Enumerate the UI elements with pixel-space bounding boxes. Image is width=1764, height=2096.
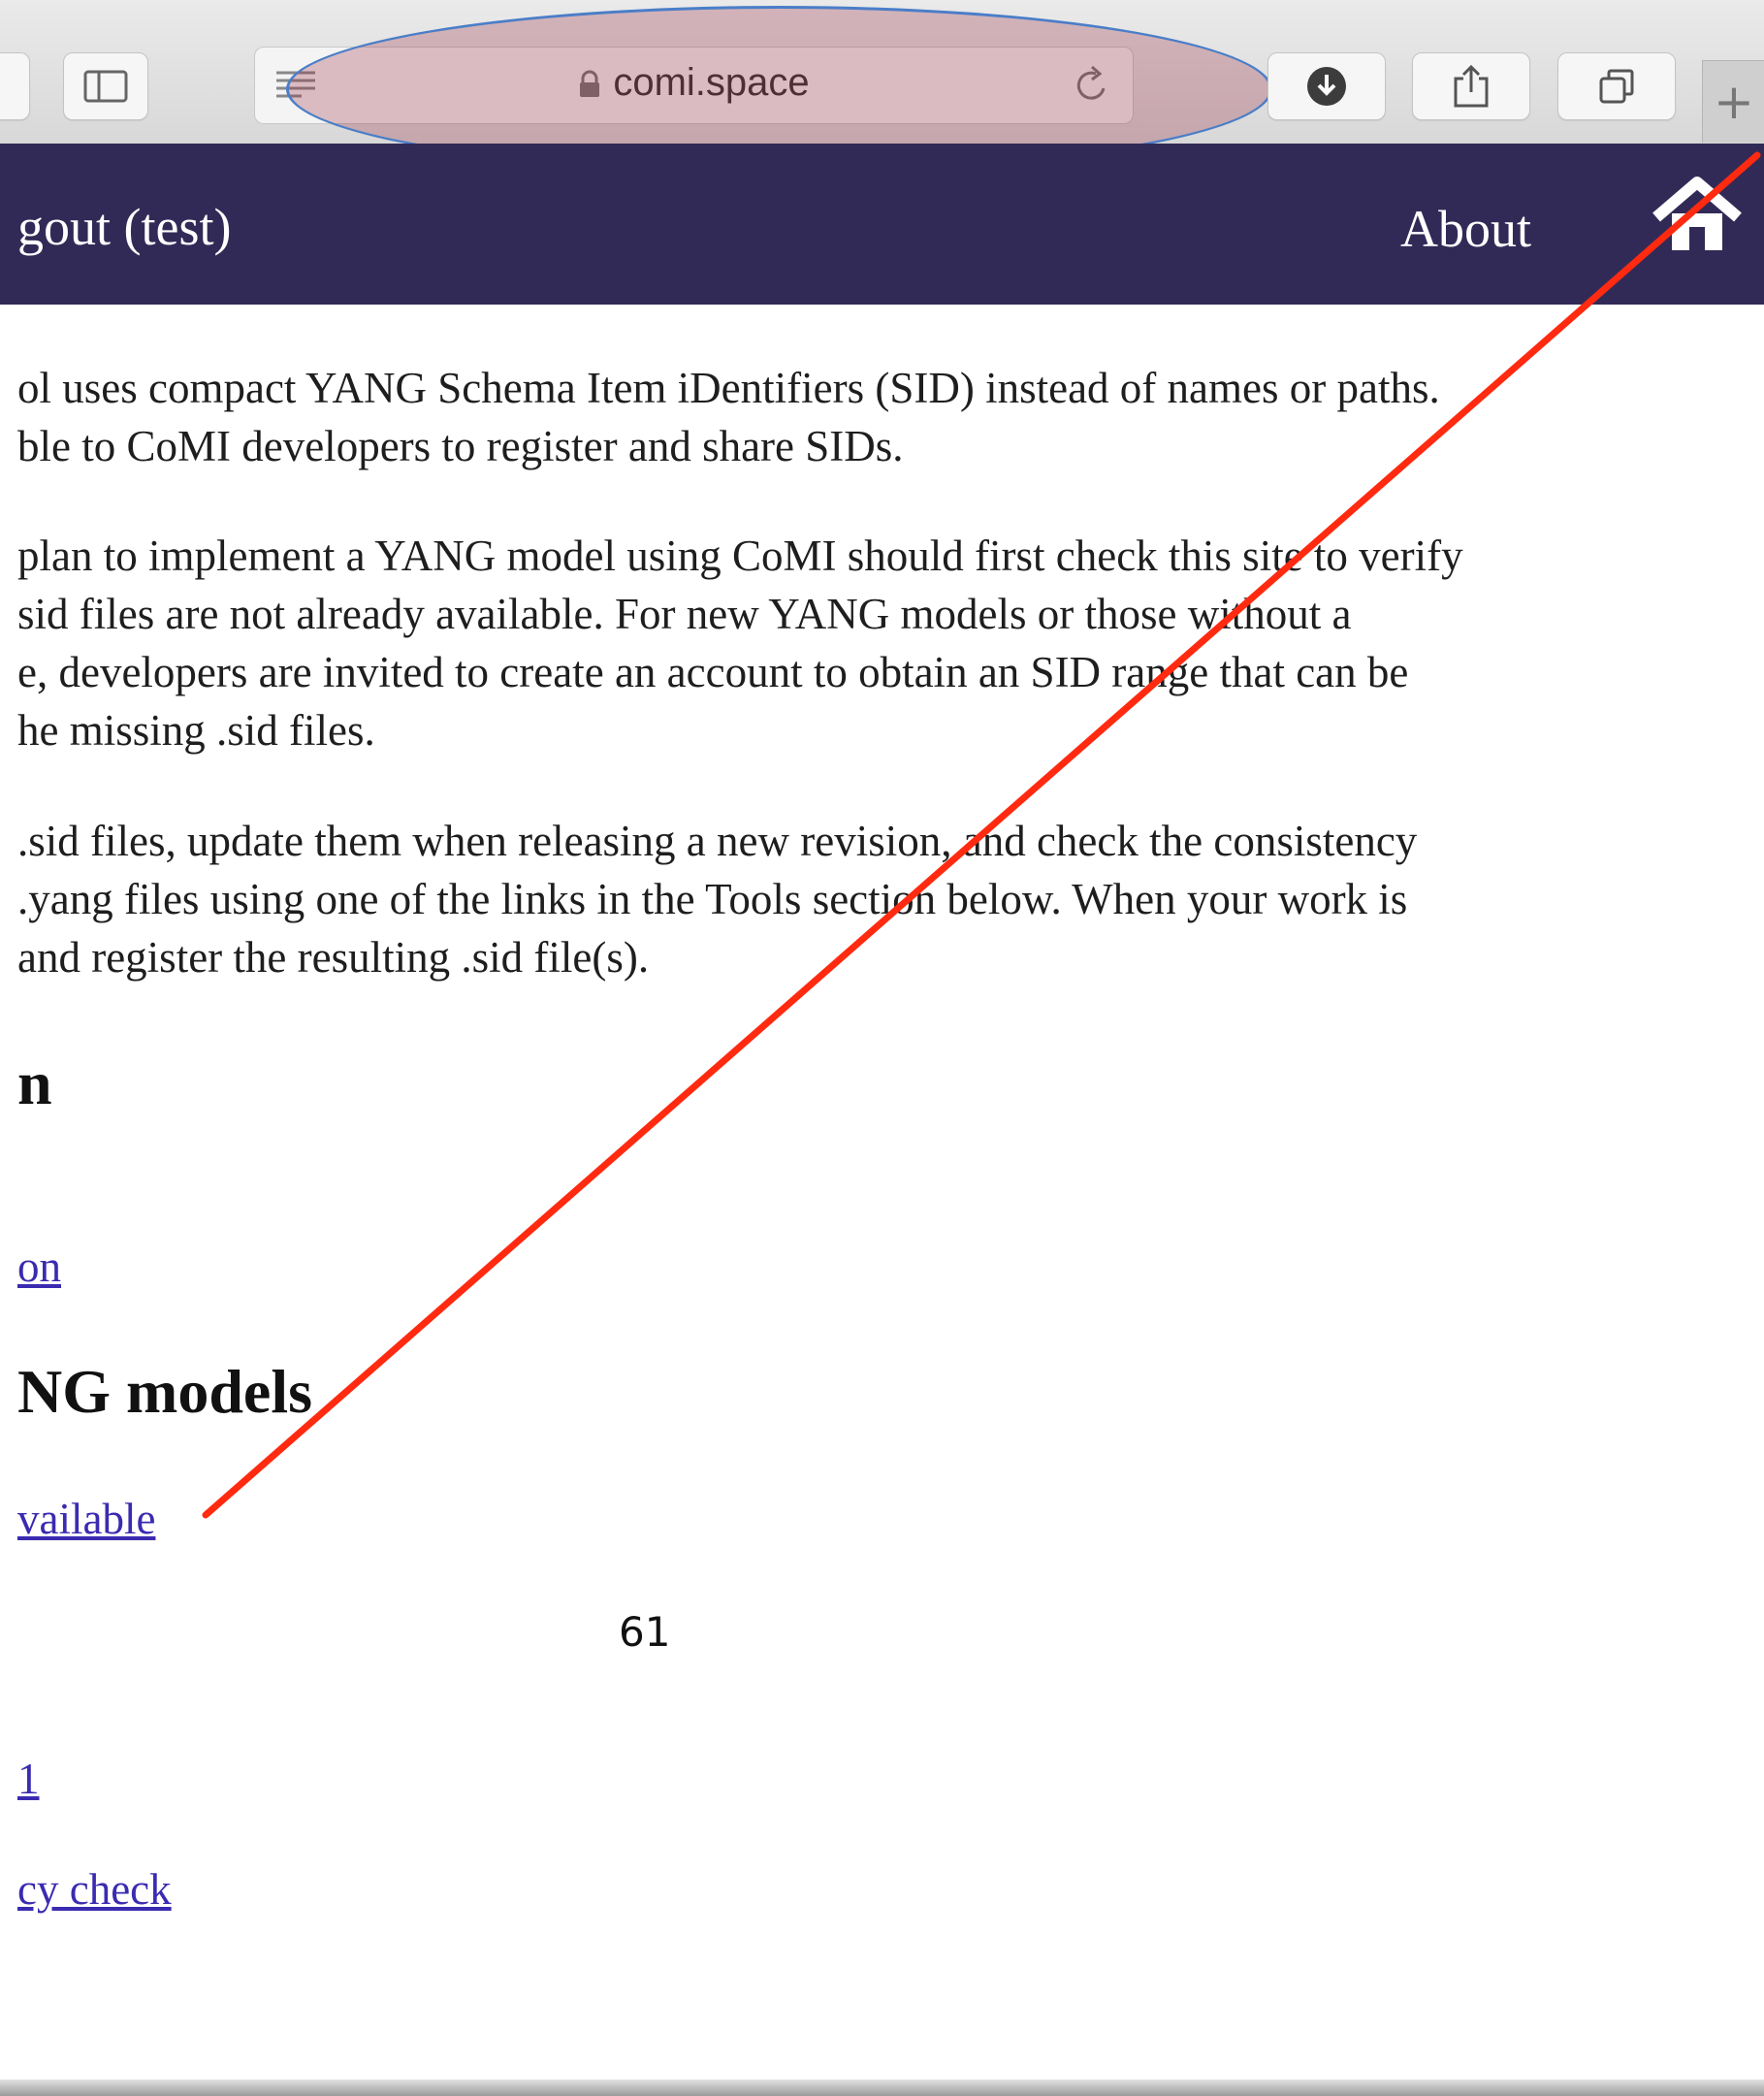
bottom-divider — [0, 2080, 1764, 2096]
home-icon[interactable] — [1649, 173, 1746, 260]
text-line: he missing .sid files. — [17, 706, 375, 755]
sidebar-toggle-button[interactable] — [63, 52, 148, 120]
text-line: ol uses compact YANG Schema Item iDentif… — [17, 364, 1440, 412]
browser-toolbar: comi.space + — [0, 0, 1764, 173]
intro-paragraph: ol uses compact YANG Schema Item iDentif… — [17, 359, 1753, 475]
section-link[interactable]: on — [17, 1241, 61, 1292]
tool-link[interactable]: 1 — [17, 1754, 40, 1804]
plus-icon: + — [1714, 74, 1754, 130]
share-icon — [1454, 64, 1489, 108]
text-line: sid files are not already available. For… — [17, 590, 1352, 638]
text-line: e, developers are invited to create an a… — [17, 648, 1409, 696]
consistency-check-link[interactable]: cy check — [17, 1864, 172, 1915]
yang-models-heading: NG models — [17, 1357, 312, 1426]
logout-link[interactable]: gout (test) — [17, 197, 231, 257]
text-line: .yang files using one of the links in th… — [17, 875, 1408, 923]
download-icon — [1307, 67, 1346, 106]
available-models-link[interactable]: vailable — [17, 1494, 155, 1544]
tabs-button[interactable] — [1557, 52, 1676, 120]
text-line: ble to CoMI developers to register and s… — [17, 422, 904, 470]
downloads-button[interactable] — [1267, 52, 1386, 120]
tools-paragraph: .sid files, update them when releasing a… — [17, 812, 1753, 986]
section-heading: n — [17, 1048, 52, 1117]
new-tab-button[interactable]: + — [1702, 60, 1764, 143]
share-button[interactable] — [1412, 52, 1530, 120]
annotation-line — [202, 151, 1761, 1519]
site-navbar: gout (test) About — [0, 144, 1764, 305]
developer-paragraph: plan to implement a YANG model using CoM… — [17, 527, 1753, 759]
text-line: plan to implement a YANG model using CoM… — [17, 532, 1463, 580]
text-line: and register the resulting .sid file(s). — [17, 933, 650, 982]
slide-page-number: 61 — [619, 1608, 671, 1656]
sidebar-button[interactable] — [0, 52, 30, 120]
tabs-icon — [1599, 69, 1634, 104]
sidebar-icon — [83, 70, 128, 103]
text-line: .sid files, update them when releasing a… — [17, 817, 1418, 865]
about-link[interactable]: About — [1400, 199, 1531, 259]
